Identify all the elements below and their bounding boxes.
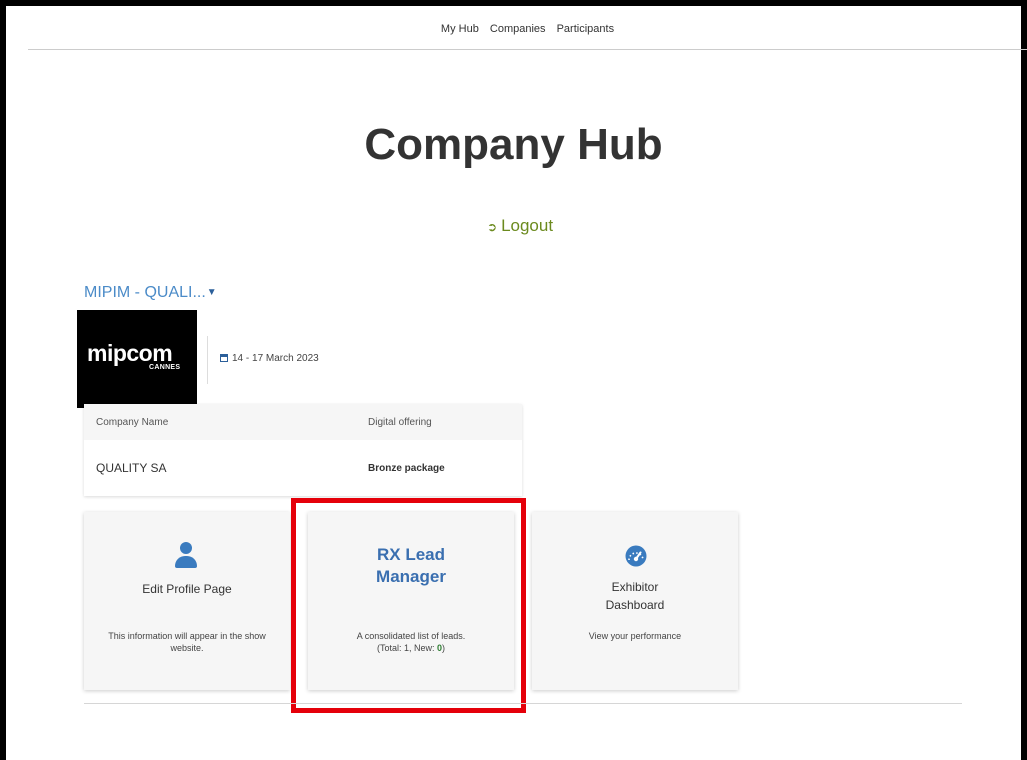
nav-participants[interactable]: Participants	[557, 23, 614, 35]
table-row: QUALITY SA Bronze package	[84, 440, 522, 496]
nav-my-hub[interactable]: My Hub	[441, 23, 479, 35]
header-digital-offering: Digital offering	[368, 417, 432, 428]
event-selector[interactable]: MIPIM - QUALI...▼	[84, 284, 217, 302]
event-logo-subtext: CANNES	[149, 364, 181, 371]
edit-profile-description: This information will appear in the show…	[108, 631, 266, 653]
logout-link[interactable]: ➲ Logout	[487, 216, 553, 236]
header-company-name: Company Name	[96, 417, 169, 428]
dashboard-description: View your performance	[588, 631, 682, 641]
edit-profile-card[interactable]: Edit Profile Page This information will …	[84, 512, 290, 690]
person-icon	[175, 542, 197, 570]
calendar-icon	[220, 354, 228, 362]
cell-company-name: QUALITY SA	[96, 461, 167, 475]
divider	[84, 703, 962, 704]
event-logo: mipcom CANNES	[77, 310, 197, 408]
sign-out-icon: ➲	[487, 220, 498, 234]
page-title: Company Hub	[364, 120, 663, 169]
nav-companies[interactable]: Companies	[490, 23, 546, 35]
event-date-text: 14 - 17 March 2023	[232, 353, 319, 364]
top-navigation: My Hub Companies Participants	[28, 17, 1027, 50]
table-header: Company Name Digital offering	[84, 404, 522, 440]
logout-label: Logout	[501, 216, 554, 235]
event-logo-text: mipcom	[87, 340, 173, 366]
highlight-box	[291, 498, 526, 713]
speedometer-icon	[625, 545, 647, 567]
edit-profile-title: Edit Profile Page	[142, 582, 232, 596]
caret-down-icon: ▼	[206, 287, 217, 298]
cell-digital-offering: Bronze package	[368, 463, 445, 474]
dashboard-title-line1: Exhibitor	[611, 580, 659, 594]
event-selector-label: MIPIM - QUALI...	[84, 284, 206, 301]
divider	[207, 336, 208, 384]
event-date: 14 - 17 March 2023	[220, 353, 319, 364]
dashboard-title-line2: Dashboard	[605, 598, 665, 612]
exhibitor-dashboard-card[interactable]: Exhibitor Dashboard View your performanc…	[532, 512, 738, 690]
company-info-table: Company Name Digital offering QUALITY SA…	[84, 404, 522, 496]
dashboard-title: Exhibitor Dashboard	[532, 578, 738, 614]
